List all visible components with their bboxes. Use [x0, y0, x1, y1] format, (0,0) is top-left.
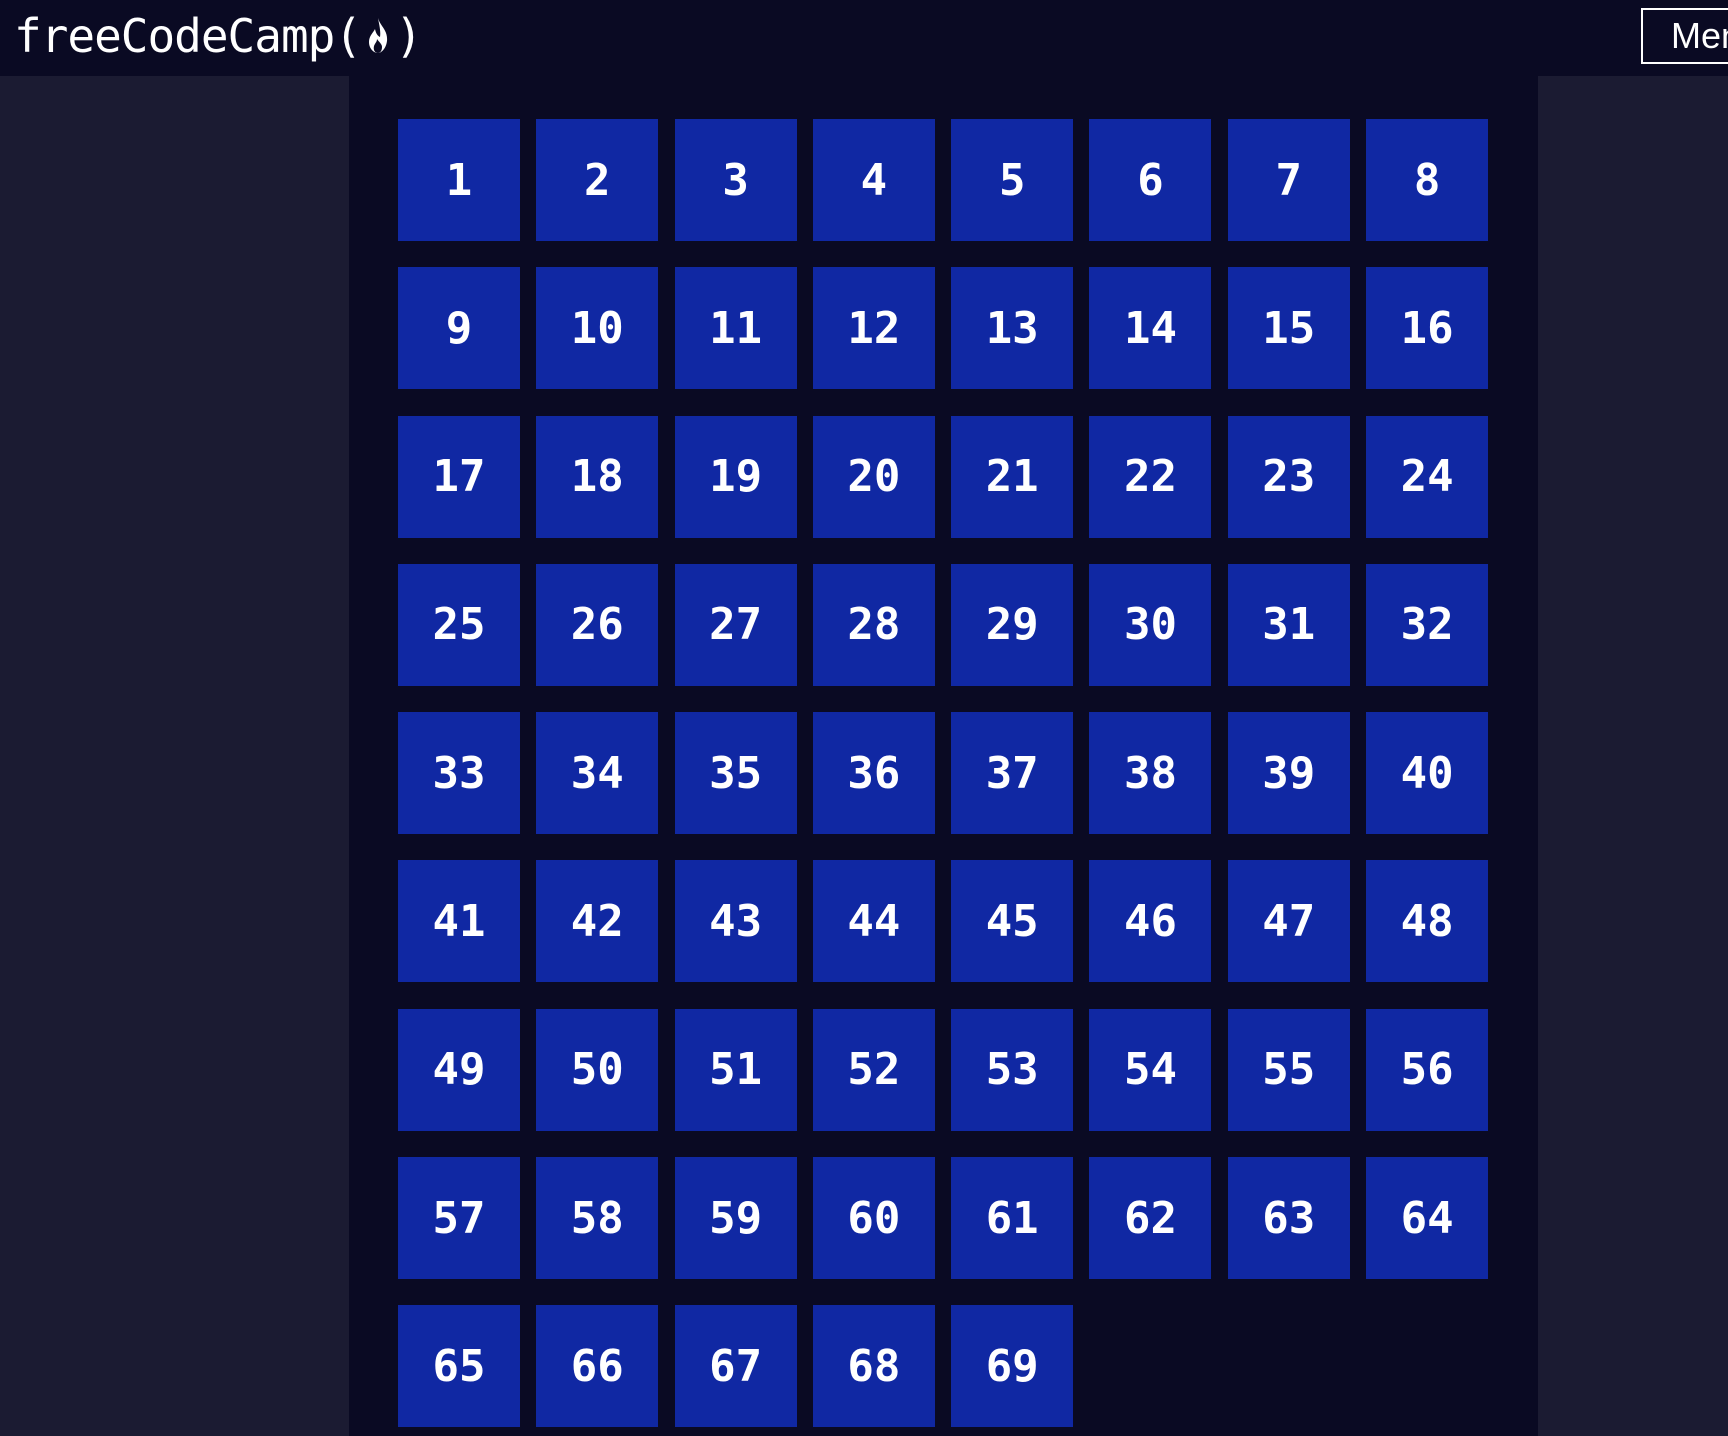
- number-tile[interactable]: 57: [398, 1157, 520, 1280]
- number-tile[interactable]: 50: [536, 1008, 659, 1131]
- number-tile[interactable]: 1: [398, 119, 520, 241]
- number-tile[interactable]: 51: [674, 1008, 797, 1131]
- number-tile[interactable]: 41: [398, 860, 520, 983]
- number-tile[interactable]: 29: [951, 563, 1074, 686]
- number-tile[interactable]: 45: [951, 860, 1074, 983]
- number-tile[interactable]: 49: [398, 1008, 520, 1131]
- number-tile[interactable]: 24: [1366, 415, 1489, 538]
- number-tile[interactable]: 26: [536, 563, 659, 686]
- number-tile[interactable]: 48: [1366, 860, 1489, 983]
- number-tile[interactable]: 43: [674, 860, 797, 983]
- number-tile[interactable]: 2: [536, 119, 659, 241]
- number-tile[interactable]: 61: [951, 1157, 1074, 1280]
- number-tile[interactable]: 25: [398, 563, 520, 686]
- number-tile[interactable]: 54: [1089, 1008, 1212, 1131]
- number-tile[interactable]: 52: [812, 1008, 935, 1131]
- number-tile[interactable]: 23: [1227, 415, 1350, 538]
- number-tile[interactable]: 42: [536, 860, 659, 983]
- number-tile[interactable]: 10: [536, 267, 659, 390]
- number-tile[interactable]: 19: [674, 415, 797, 538]
- number-tile[interactable]: 40: [1366, 712, 1489, 835]
- number-tile[interactable]: 64: [1366, 1157, 1489, 1280]
- logo-text-end: ): [395, 9, 423, 63]
- number-tile[interactable]: 5: [951, 119, 1074, 241]
- number-tile[interactable]: 32: [1366, 563, 1489, 686]
- number-tile[interactable]: 60: [812, 1157, 935, 1280]
- number-tile[interactable]: 38: [1089, 712, 1212, 835]
- number-tile[interactable]: 28: [812, 563, 935, 686]
- number-tile[interactable]: 17: [398, 415, 520, 538]
- number-tile[interactable]: 27: [674, 563, 797, 686]
- logo-text-start: freeCodeCamp(: [14, 9, 362, 63]
- number-tile[interactable]: 11: [674, 267, 797, 390]
- number-tile[interactable]: 66: [536, 1305, 659, 1428]
- number-tile[interactable]: 16: [1366, 267, 1489, 390]
- number-tile[interactable]: 35: [674, 712, 797, 835]
- number-tile[interactable]: 46: [1089, 860, 1212, 983]
- number-tile[interactable]: 20: [812, 415, 935, 538]
- number-tile[interactable]: 12: [812, 267, 935, 390]
- number-tile[interactable]: 63: [1227, 1157, 1350, 1280]
- number-tile[interactable]: 4: [812, 119, 935, 241]
- number-tile[interactable]: 18: [536, 415, 659, 538]
- main-content: 1 2 3 4 5 6 7 8 9 10 11 12 13 14 15 16 17 18 19 20 21 22 23 24 2…: [349, 76, 1538, 1436]
- number-tile[interactable]: 62: [1089, 1157, 1212, 1280]
- number-tile[interactable]: 33: [398, 712, 520, 835]
- number-tile[interactable]: 13: [951, 267, 1074, 390]
- number-tile[interactable]: 21: [951, 415, 1074, 538]
- number-tile[interactable]: 37: [951, 712, 1074, 835]
- number-tile[interactable]: 30: [1089, 563, 1212, 686]
- number-tile[interactable]: 15: [1227, 267, 1350, 390]
- number-tile[interactable]: 55: [1227, 1008, 1350, 1131]
- number-tile[interactable]: 58: [536, 1157, 659, 1280]
- number-grid: 1 2 3 4 5 6 7 8 9 10 11 12 13 14 15 16 17 18 19 20 21 22 23 24 2…: [398, 119, 1489, 1428]
- menu-button[interactable]: Menu: [1641, 8, 1728, 64]
- number-tile[interactable]: 59: [674, 1157, 797, 1280]
- number-tile[interactable]: 31: [1227, 563, 1350, 686]
- number-tile[interactable]: 56: [1366, 1008, 1489, 1131]
- number-tile[interactable]: 68: [812, 1305, 935, 1428]
- number-tile[interactable]: 39: [1227, 712, 1350, 835]
- number-tile[interactable]: 34: [536, 712, 659, 835]
- number-tile[interactable]: 65: [398, 1305, 520, 1428]
- number-tile[interactable]: 44: [812, 860, 935, 983]
- number-tile[interactable]: 47: [1227, 860, 1350, 983]
- number-tile[interactable]: 6: [1089, 119, 1212, 241]
- number-tile[interactable]: 67: [674, 1305, 797, 1428]
- flame-icon: [369, 18, 388, 53]
- number-tile[interactable]: 22: [1089, 415, 1212, 538]
- freecodecamp-logo[interactable]: freeCodeCamp( ): [14, 4, 423, 68]
- number-tile[interactable]: 7: [1227, 119, 1350, 241]
- number-tile[interactable]: 14: [1089, 267, 1212, 390]
- number-tile[interactable]: 3: [674, 119, 797, 241]
- number-tile[interactable]: 9: [398, 267, 520, 390]
- top-navbar: freeCodeCamp( ) Menu: [0, 0, 1728, 76]
- number-tile[interactable]: 36: [812, 712, 935, 835]
- number-tile[interactable]: 8: [1366, 119, 1489, 241]
- number-tile[interactable]: 53: [951, 1008, 1074, 1131]
- number-tile[interactable]: 69: [951, 1305, 1074, 1428]
